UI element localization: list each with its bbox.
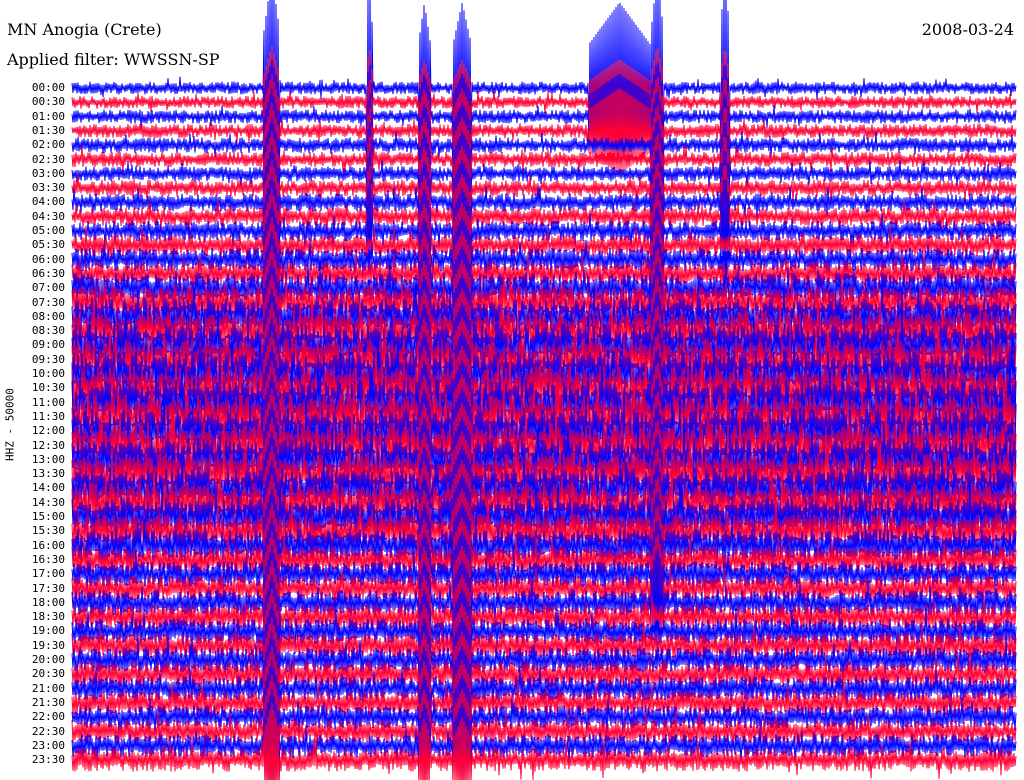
helicorder-plot [71, 0, 1017, 780]
